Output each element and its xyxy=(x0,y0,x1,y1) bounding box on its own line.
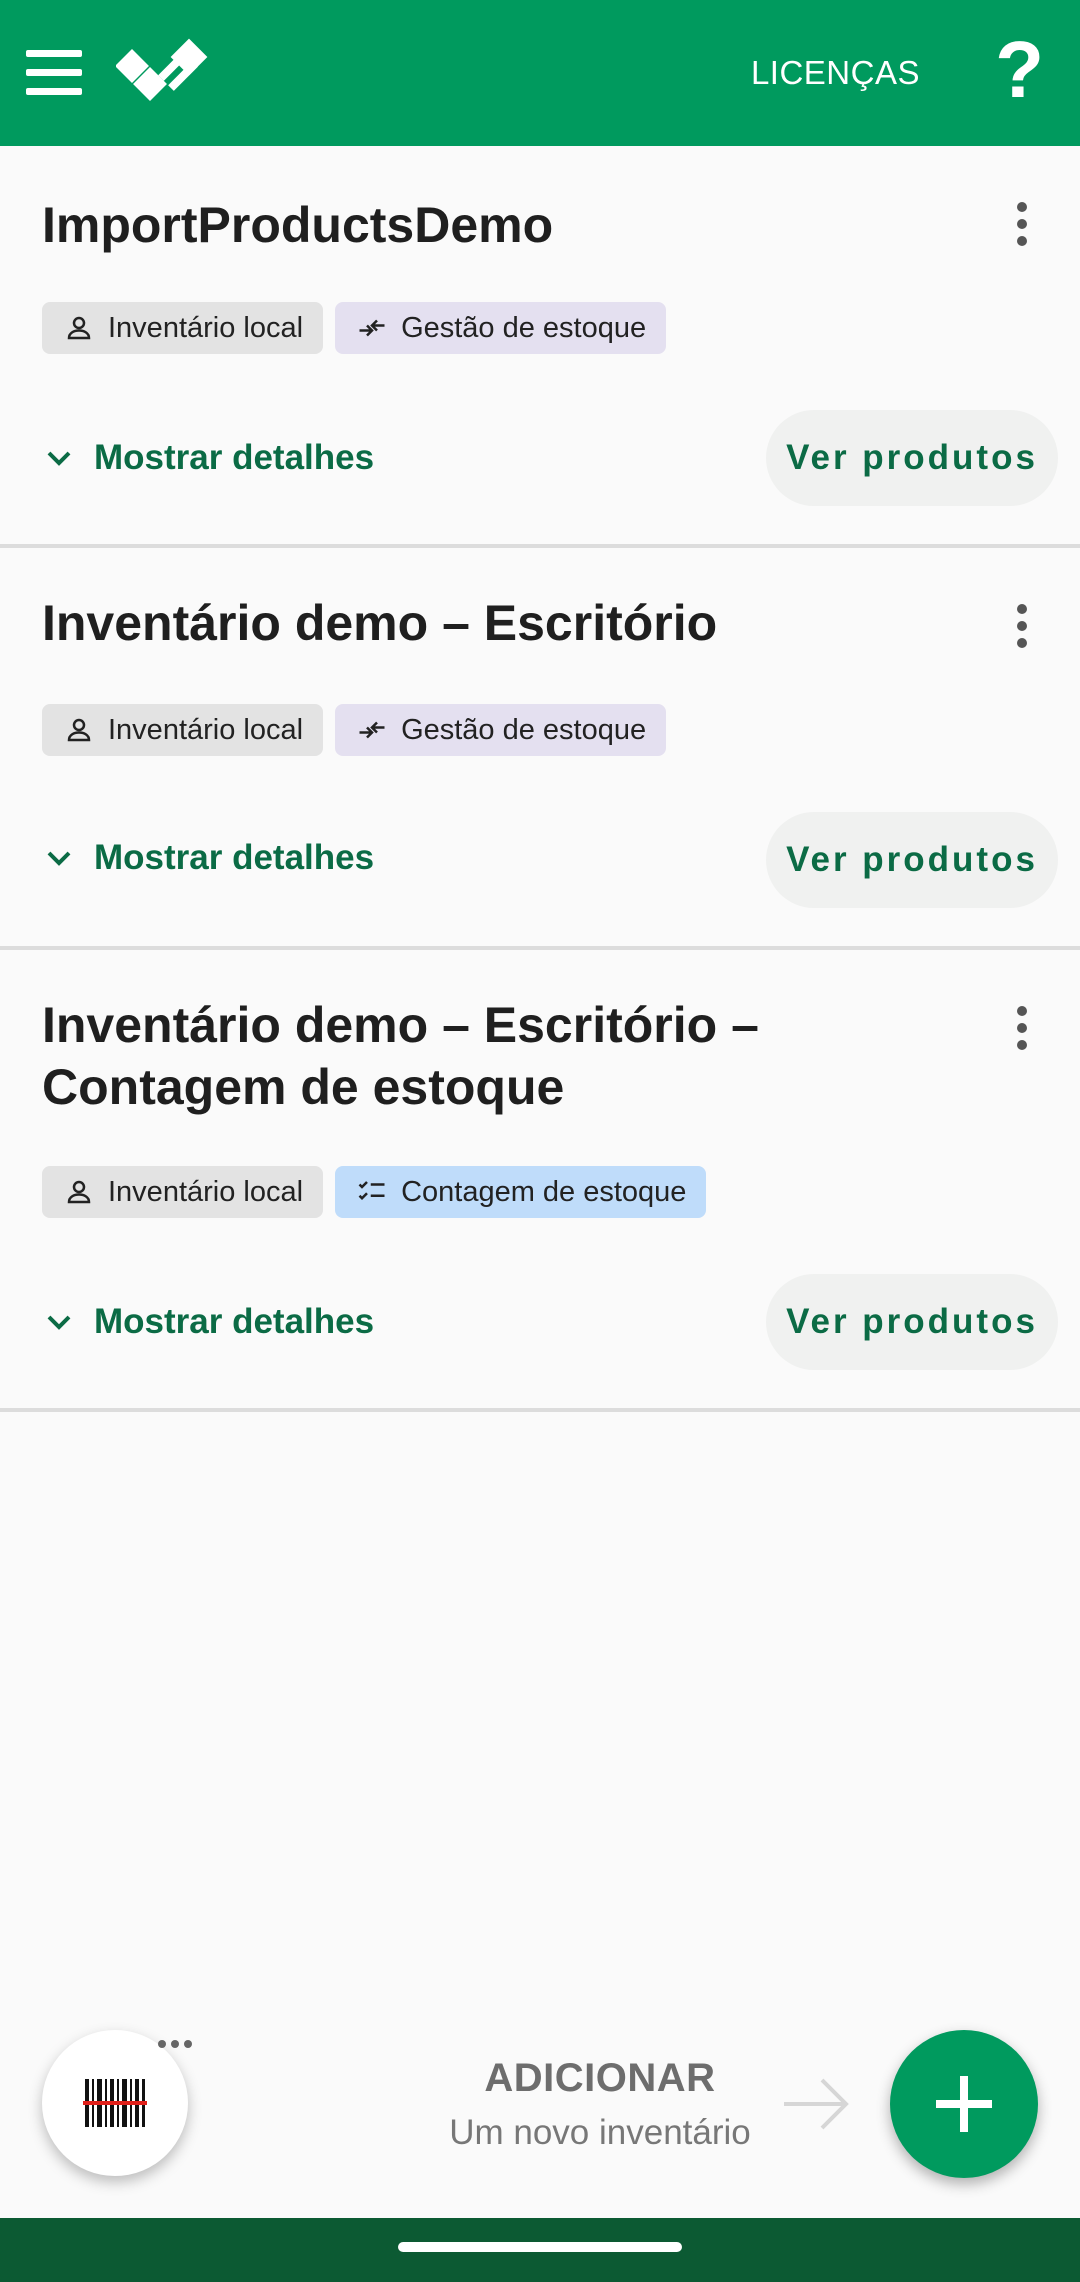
person-icon xyxy=(67,718,91,742)
person-icon xyxy=(67,316,91,340)
chevron-down-icon xyxy=(47,851,71,866)
stock-management-icon xyxy=(359,319,385,337)
checklist-icon xyxy=(358,1181,385,1201)
tag-list: Inventário local Gestão de estoque xyxy=(42,302,667,354)
tag-label: Contagem de estoque xyxy=(401,1175,687,1208)
licenses-button[interactable]: LICENÇAS xyxy=(751,54,920,92)
system-navigation-bar xyxy=(0,2218,1080,2282)
arrow-right-icon xyxy=(784,2078,849,2130)
add-inventory-hint: ADICIONAR Um novo inventário xyxy=(420,2056,780,2153)
show-details-label: Mostrar detalhes xyxy=(94,1302,375,1341)
barcode-scan-button[interactable] xyxy=(42,2030,188,2176)
view-products-button[interactable]: Ver produtos xyxy=(766,410,1058,506)
tag-label: Inventário local xyxy=(108,713,304,746)
help-icon[interactable]: ? xyxy=(995,30,1044,110)
more-options-icon[interactable] xyxy=(1014,202,1030,246)
show-details-button[interactable]: Mostrar detalhes xyxy=(46,838,374,878)
tag-chip: Inventário local xyxy=(42,1166,324,1218)
top-app-bar: LICENÇAS ? xyxy=(0,0,1080,146)
tag-list: Inventário local Contagem de estoque xyxy=(42,1166,707,1218)
tag-chip: Gestão de estoque xyxy=(335,704,667,756)
tag-chip: Inventário local xyxy=(42,704,324,756)
person-icon xyxy=(67,1180,91,1204)
tag-list: Inventário local Gestão de estoque xyxy=(42,704,667,756)
inventory-title: Inventário demo – Escritório – Contagem … xyxy=(42,997,759,1115)
tag-label: Inventário local xyxy=(108,311,304,344)
chevron-down-icon xyxy=(47,451,71,466)
menu-icon[interactable] xyxy=(22,40,86,104)
view-products-button[interactable]: Ver produtos xyxy=(766,1274,1058,1370)
view-products-button[interactable]: Ver produtos xyxy=(766,812,1058,908)
tag-chip: Gestão de estoque xyxy=(335,302,667,354)
inventory-title: Inventário demo – Escritório xyxy=(42,595,718,651)
more-options-icon[interactable] xyxy=(1014,1006,1030,1050)
inventory-card: Inventário demo – Escritório – Contagem … xyxy=(0,950,1080,1412)
home-gesture-handle[interactable] xyxy=(398,2242,682,2252)
inventory-card: Inventário demo – Escritório Inventário … xyxy=(0,548,1080,950)
tag-chip: Contagem de estoque xyxy=(335,1166,707,1218)
more-options-icon[interactable] xyxy=(1014,604,1030,648)
add-title: ADICIONAR xyxy=(484,2056,716,2100)
chevron-down-icon xyxy=(47,1315,71,1330)
show-details-label: Mostrar detalhes xyxy=(94,438,375,477)
tag-label: Gestão de estoque xyxy=(401,311,647,344)
show-details-label: Mostrar detalhes xyxy=(94,838,375,877)
inventory-card: ImportProductsDemo Inventário local Gest… xyxy=(0,146,1080,548)
tag-label: Gestão de estoque xyxy=(401,713,647,746)
add-subtitle: Um novo inventário xyxy=(449,2113,751,2152)
add-inventory-button[interactable] xyxy=(890,2030,1038,2178)
show-details-button[interactable]: Mostrar detalhes xyxy=(46,1302,374,1342)
plus-icon xyxy=(936,2076,992,2132)
app-logo-icon xyxy=(116,38,208,101)
inventory-title: ImportProductsDemo xyxy=(42,197,554,253)
tag-chip: Inventário local xyxy=(42,302,324,354)
barcode-scan-icon xyxy=(83,2079,147,2127)
stock-management-icon xyxy=(359,721,385,739)
tag-label: Inventário local xyxy=(108,1175,304,1208)
scan-more-options-icon[interactable] xyxy=(158,2040,192,2048)
show-details-button[interactable]: Mostrar detalhes xyxy=(46,438,374,478)
